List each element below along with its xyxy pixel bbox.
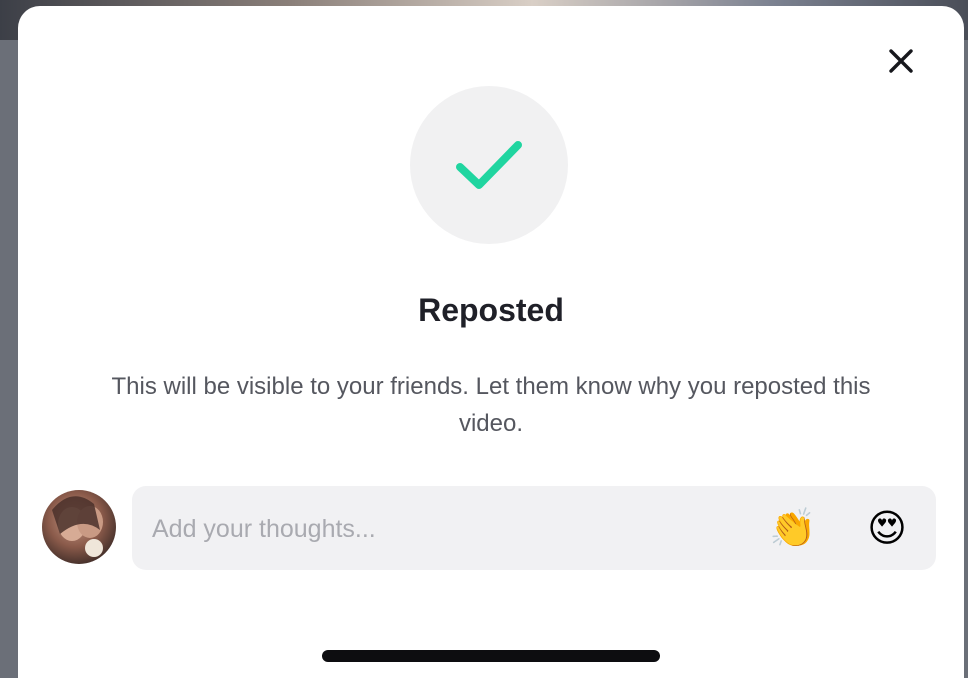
modal-description: This will be visible to your friends. Le… bbox=[111, 373, 871, 437]
clap-emoji-button[interactable]: 👏 bbox=[768, 504, 818, 554]
close-button[interactable] bbox=[884, 44, 918, 78]
comment-box: 👏 😍 bbox=[132, 486, 936, 572]
repost-sheet: Reposted This will be visible to your fr… bbox=[18, 6, 964, 678]
thoughts-input[interactable] bbox=[150, 486, 734, 572]
avatar-image bbox=[52, 496, 103, 557]
clapping-hands-icon: 👏 bbox=[769, 508, 817, 550]
success-badge bbox=[410, 86, 568, 244]
user-avatar[interactable] bbox=[42, 490, 116, 564]
close-icon bbox=[889, 49, 913, 73]
heart-eyes-emoji-button[interactable]: 😍 bbox=[862, 504, 912, 554]
home-indicator bbox=[322, 650, 660, 662]
modal-title: Reposted bbox=[418, 292, 564, 328]
checkmark-icon bbox=[456, 141, 522, 189]
heart-eyes-icon: 😍 bbox=[867, 508, 907, 550]
